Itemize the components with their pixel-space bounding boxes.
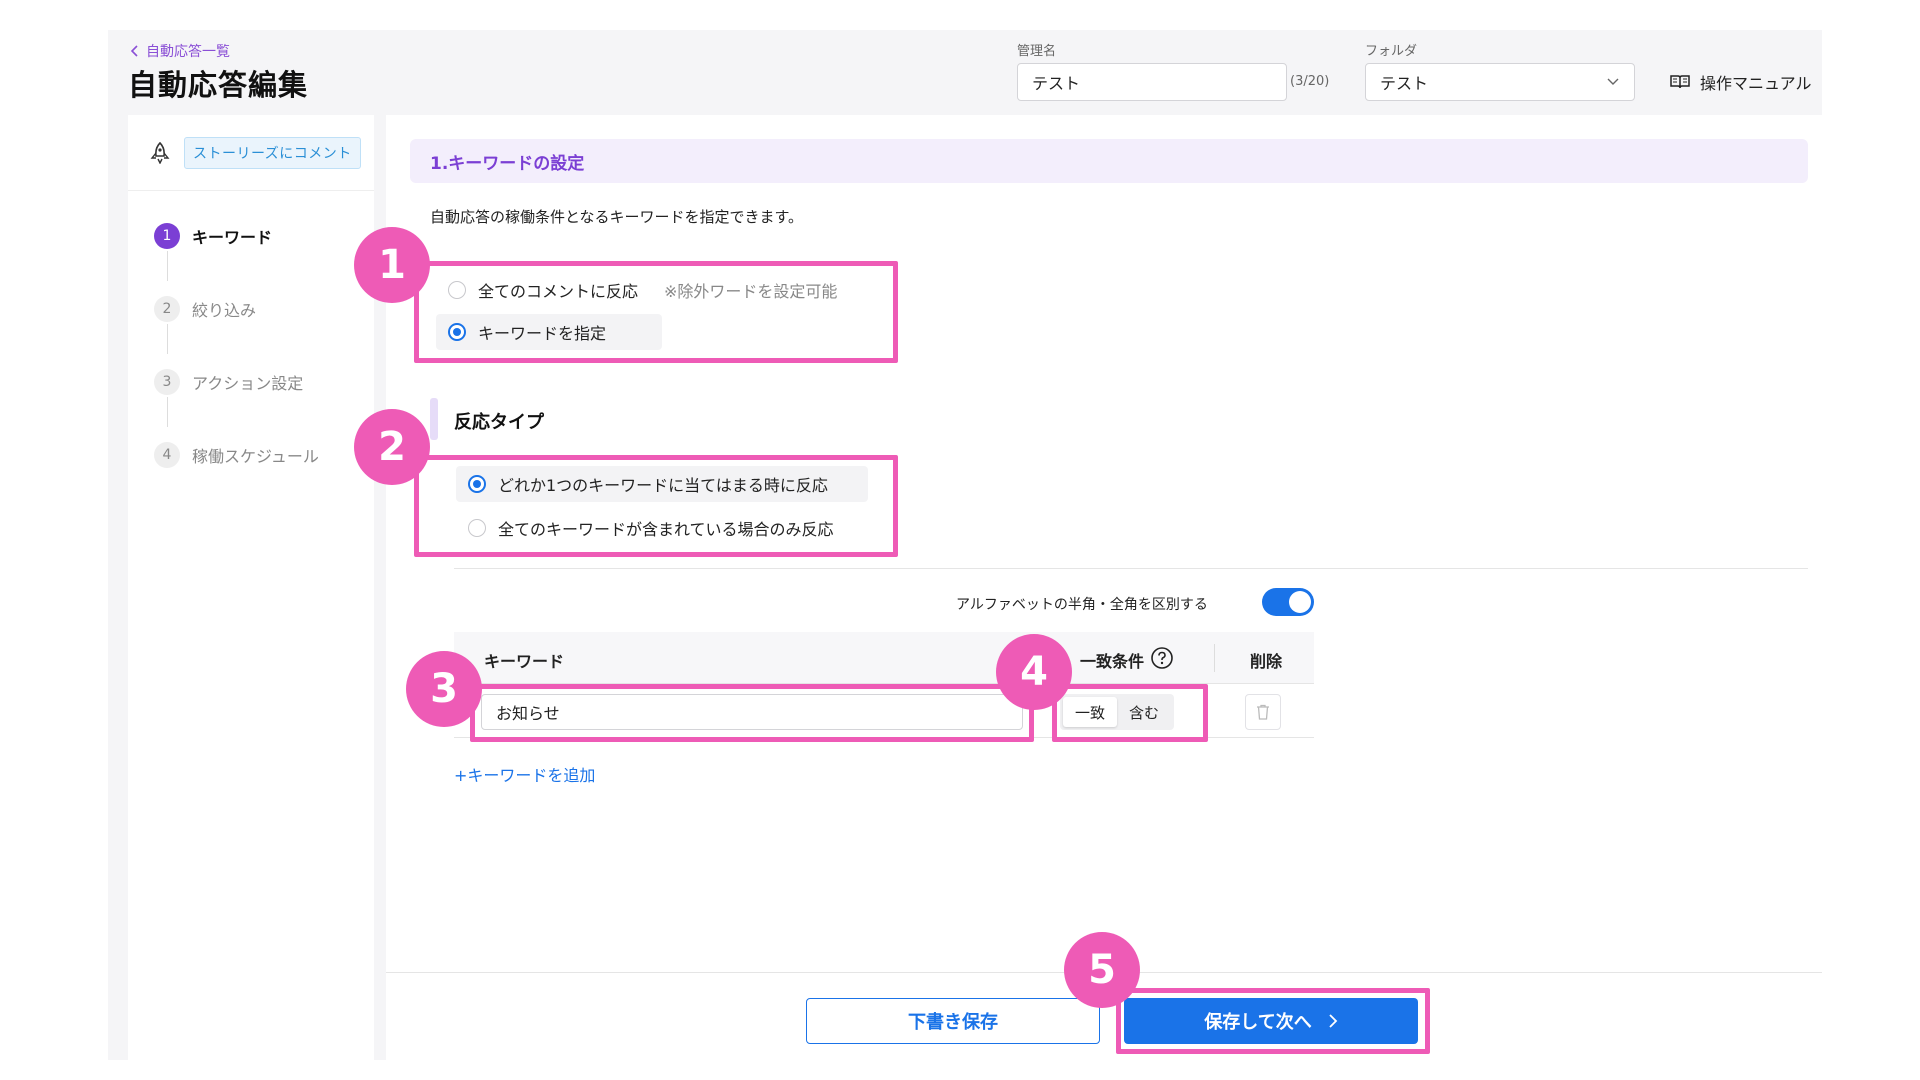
save-draft-button[interactable]: 下書き保存 (806, 998, 1100, 1044)
step-label: アクション設定 (192, 374, 304, 393)
manual-link[interactable]: 操作マニュアル (1670, 70, 1812, 94)
sidebar-trigger: ストーリーズにコメント (128, 115, 374, 191)
add-keyword-link[interactable]: +キーワードを追加 (454, 762, 595, 786)
section-header: 1.キーワードの設定 (410, 139, 1808, 183)
step-number: 1 (154, 223, 180, 249)
step-label: 稼働スケジュール (192, 447, 319, 466)
reaction-type-title: 反応タイプ (454, 412, 544, 433)
step-number: 3 (154, 369, 180, 395)
save-next-label: 保存して次へ (1204, 1012, 1312, 1033)
help-icon[interactable] (1150, 646, 1174, 670)
folder-select[interactable]: テスト (1365, 63, 1635, 101)
name-counter: (3/20) (1290, 74, 1330, 89)
radio-label: 全てのキーワードが含まれている場合のみ反応 (498, 520, 834, 539)
annotation-badge: 2 (354, 409, 430, 485)
match-contains-button[interactable]: 含む (1117, 697, 1171, 727)
rocket-icon (150, 141, 170, 164)
match-condition-toggle: 一致 含む (1060, 694, 1174, 730)
back-link-label: 自動応答一覧 (146, 44, 230, 60)
radio-label: キーワードを指定 (478, 324, 607, 343)
radio-label: 全てのコメントに反応 (478, 282, 639, 301)
step-list: 1 キーワード 2 絞り込み 3 アクション設定 4 稼働スケジュール (128, 191, 374, 470)
annotation-badge: 5 (1064, 932, 1140, 1008)
keyword-table-header: キーワード 一致条件 削除 (454, 632, 1314, 684)
step-action[interactable]: 3 アクション設定 (154, 367, 374, 397)
match-exact-button[interactable]: 一致 (1063, 697, 1117, 727)
keyword-input-value: お知らせ (496, 704, 560, 723)
radio-label: どれか1つのキーワードに当てはまる時に反応 (498, 476, 828, 495)
radio-any-keyword[interactable]: どれか1つのキーワードに当てはまる時に反応 (456, 466, 868, 502)
back-link[interactable]: 自動応答一覧 (130, 41, 230, 61)
keyword-input[interactable]: お知らせ (481, 694, 1023, 730)
book-icon (1670, 75, 1690, 89)
folder-select-value: テスト (1380, 74, 1429, 93)
main-panel (386, 115, 1822, 1060)
chevron-down-icon (1607, 78, 1619, 85)
page-title: 自動応答編集 (128, 68, 309, 102)
column-separator (1214, 644, 1215, 672)
step-schedule[interactable]: 4 稼働スケジュール (154, 440, 374, 470)
save-next-button[interactable]: 保存して次へ (1124, 998, 1418, 1044)
toggle-label: アルファベットの半角・全角を区別する (956, 597, 1208, 613)
folder-label: フォルダ (1365, 44, 1418, 59)
radio-button[interactable] (448, 323, 466, 341)
chevron-left-icon (130, 45, 138, 57)
manual-label: 操作マニュアル (1700, 74, 1812, 93)
radio-all-comments[interactable]: 全てのコメントに反応 ※除外ワードを設定可能 (436, 272, 849, 308)
step-connector (167, 251, 168, 281)
name-input[interactable]: テスト (1017, 63, 1287, 101)
subhead-accent (430, 398, 438, 440)
delete-row-button[interactable] (1245, 694, 1281, 730)
step-connector (167, 324, 168, 354)
col-match: 一致条件 (1080, 652, 1145, 671)
step-filter[interactable]: 2 絞り込み (154, 294, 374, 324)
radio-specify-keyword[interactable]: キーワードを指定 (436, 314, 662, 350)
step-label: 絞り込み (192, 301, 257, 320)
annotation-badge: 1 (354, 227, 430, 303)
annotation-badge: 4 (996, 634, 1072, 710)
radio-button[interactable] (448, 281, 466, 299)
section-divider (454, 568, 1808, 569)
trigger-badge: ストーリーズにコメント (184, 136, 361, 169)
radio-button[interactable] (468, 475, 486, 493)
radio-note: ※除外ワードを設定可能 (664, 282, 838, 301)
step-number: 2 (154, 296, 180, 322)
step-keyword[interactable]: 1 キーワード (154, 221, 374, 251)
width-sensitive-toggle[interactable] (1262, 588, 1314, 616)
name-input-value: テスト (1032, 74, 1081, 93)
radio-button[interactable] (468, 519, 486, 537)
step-number: 4 (154, 442, 180, 468)
section-description: 自動応答の稼働条件となるキーワードを指定できます。 (430, 208, 804, 226)
col-keyword: キーワード (484, 652, 565, 671)
sidebar: ストーリーズにコメント 1 キーワード 2 絞り込み 3 アクション設定 4 稼… (128, 115, 374, 1060)
name-label: 管理名 (1017, 44, 1057, 59)
save-draft-label: 下書き保存 (908, 1012, 998, 1033)
step-label: キーワード (192, 228, 273, 247)
annotation-badge: 3 (406, 651, 482, 727)
trash-icon (1257, 704, 1269, 720)
step-connector (167, 397, 168, 427)
col-delete: 削除 (1250, 652, 1283, 671)
radio-all-keywords[interactable]: 全てのキーワードが含まれている場合のみ反応 (456, 510, 846, 546)
chevron-right-icon (1329, 1014, 1338, 1028)
